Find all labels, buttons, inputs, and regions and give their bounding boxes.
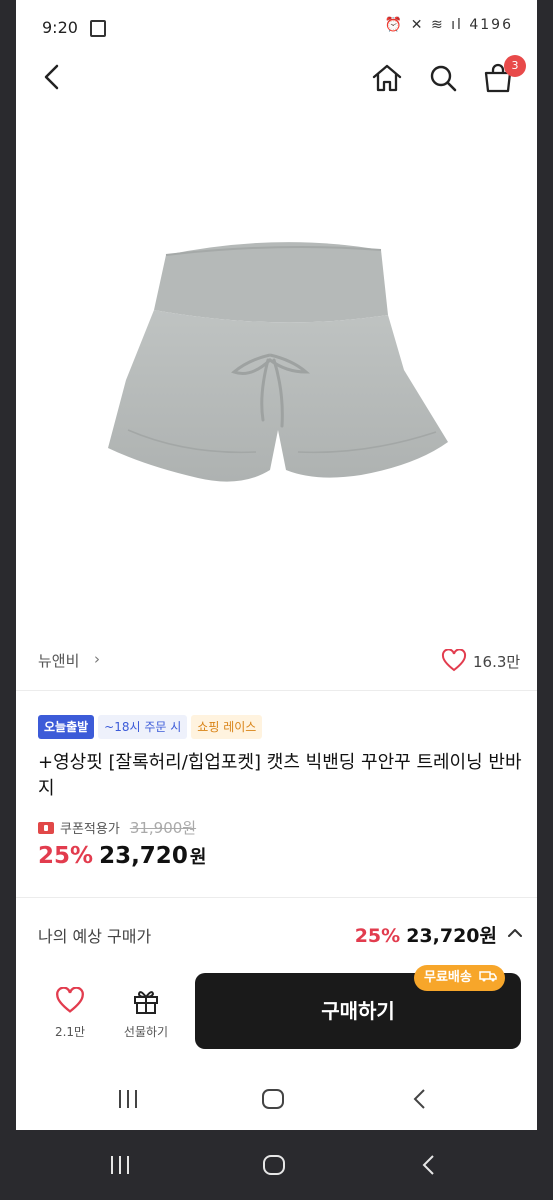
divider	[16, 690, 537, 691]
coupon-row: 쿠폰적용가 31,900원	[38, 817, 196, 837]
heart-icon	[441, 648, 467, 672]
heart-icon	[56, 986, 84, 1013]
notification-icon	[90, 20, 106, 37]
divider	[16, 897, 537, 898]
status-bar: 9:20 ⏰ ✕ ≋ ıl 4196	[16, 0, 537, 52]
status-icons: ⏰ ✕ ≋ ıl	[384, 17, 470, 33]
free-shipping-badge: 무료배송	[414, 965, 506, 991]
wish-button[interactable]: 2.1만	[40, 986, 100, 1040]
nav-back-icon[interactable]	[420, 1154, 438, 1176]
tag-today-ship: 오늘출발	[38, 715, 95, 739]
back-arrow-icon[interactable]	[38, 62, 68, 92]
expected-price-label: 나의 예상 구매가	[38, 927, 152, 946]
system-nav-bar	[0, 1130, 553, 1200]
expected-price-value: 23,720원	[406, 925, 497, 947]
gift-label: 선물하기	[123, 1025, 169, 1039]
cart-badge: 3	[504, 55, 526, 77]
price-row: 25% 23,720 원	[38, 843, 206, 869]
chevron-up-icon[interactable]	[507, 925, 523, 941]
status-battery: 4196	[469, 17, 513, 33]
expected-price: 25% 23,720원	[355, 921, 497, 948]
home-button-icon[interactable]	[261, 1088, 285, 1110]
home-icon[interactable]	[370, 62, 404, 94]
tag-shopping-race: 쇼핑 레이스	[191, 715, 263, 739]
status-time: 9:20	[42, 18, 78, 37]
discount-rate: 25%	[38, 843, 94, 869]
top-header	[16, 52, 537, 104]
tag-order-time: ~18시 주문 시	[98, 715, 188, 739]
coupon-icon	[38, 822, 54, 834]
recent-apps-icon[interactable]	[116, 1088, 140, 1110]
recent-apps-icon[interactable]	[108, 1154, 132, 1176]
product-image[interactable]	[16, 110, 537, 630]
currency-unit: 원	[189, 847, 207, 868]
coupon-label: 쿠폰적용가	[60, 822, 120, 837]
nav-back-icon[interactable]	[411, 1088, 429, 1110]
free-shipping-label: 무료배송	[424, 970, 472, 985]
truck-icon	[479, 971, 498, 982]
status-right: ⏰ ✕ ≋ ıl 4196	[385, 17, 513, 33]
home-button-icon[interactable]	[262, 1154, 286, 1176]
sale-price: 23,720	[99, 843, 188, 869]
app-nav-bar	[16, 1068, 537, 1130]
brand-name[interactable]: 뉴앤비	[38, 650, 79, 671]
expected-price-row[interactable]: 나의 예상 구매가 25% 23,720원	[16, 905, 537, 961]
gift-button[interactable]: 선물하기	[116, 987, 176, 1040]
bottom-action-bar: 2.1만 선물하기 구매하기 무료배송	[16, 965, 537, 1060]
tag-row: 오늘출발 ~18시 주문 시 쇼핑 레이스	[38, 715, 266, 739]
original-price: 31,900원	[129, 819, 197, 837]
expected-discount: 25%	[354, 925, 401, 947]
brand-chevron-icon: ›	[94, 650, 100, 668]
product-title: +영상핏 [잘록허리/힙업포켓] 캣츠 빅밴딩 꾸안꾸 트레이닝 반바지	[38, 752, 522, 799]
like-count: 16.3만	[473, 653, 521, 671]
like-button[interactable]: 16.3만	[441, 648, 531, 673]
brand-row[interactable]: 뉴앤비 › 16.3만	[16, 640, 537, 682]
app-screen: 9:20 ⏰ ✕ ≋ ıl 4196 3 뉴앤비 › 16.3만 오늘출발 ~1…	[16, 0, 537, 1130]
wish-count: 2.1만	[54, 1025, 86, 1039]
search-icon[interactable]	[426, 62, 460, 94]
gift-icon	[134, 991, 158, 1014]
